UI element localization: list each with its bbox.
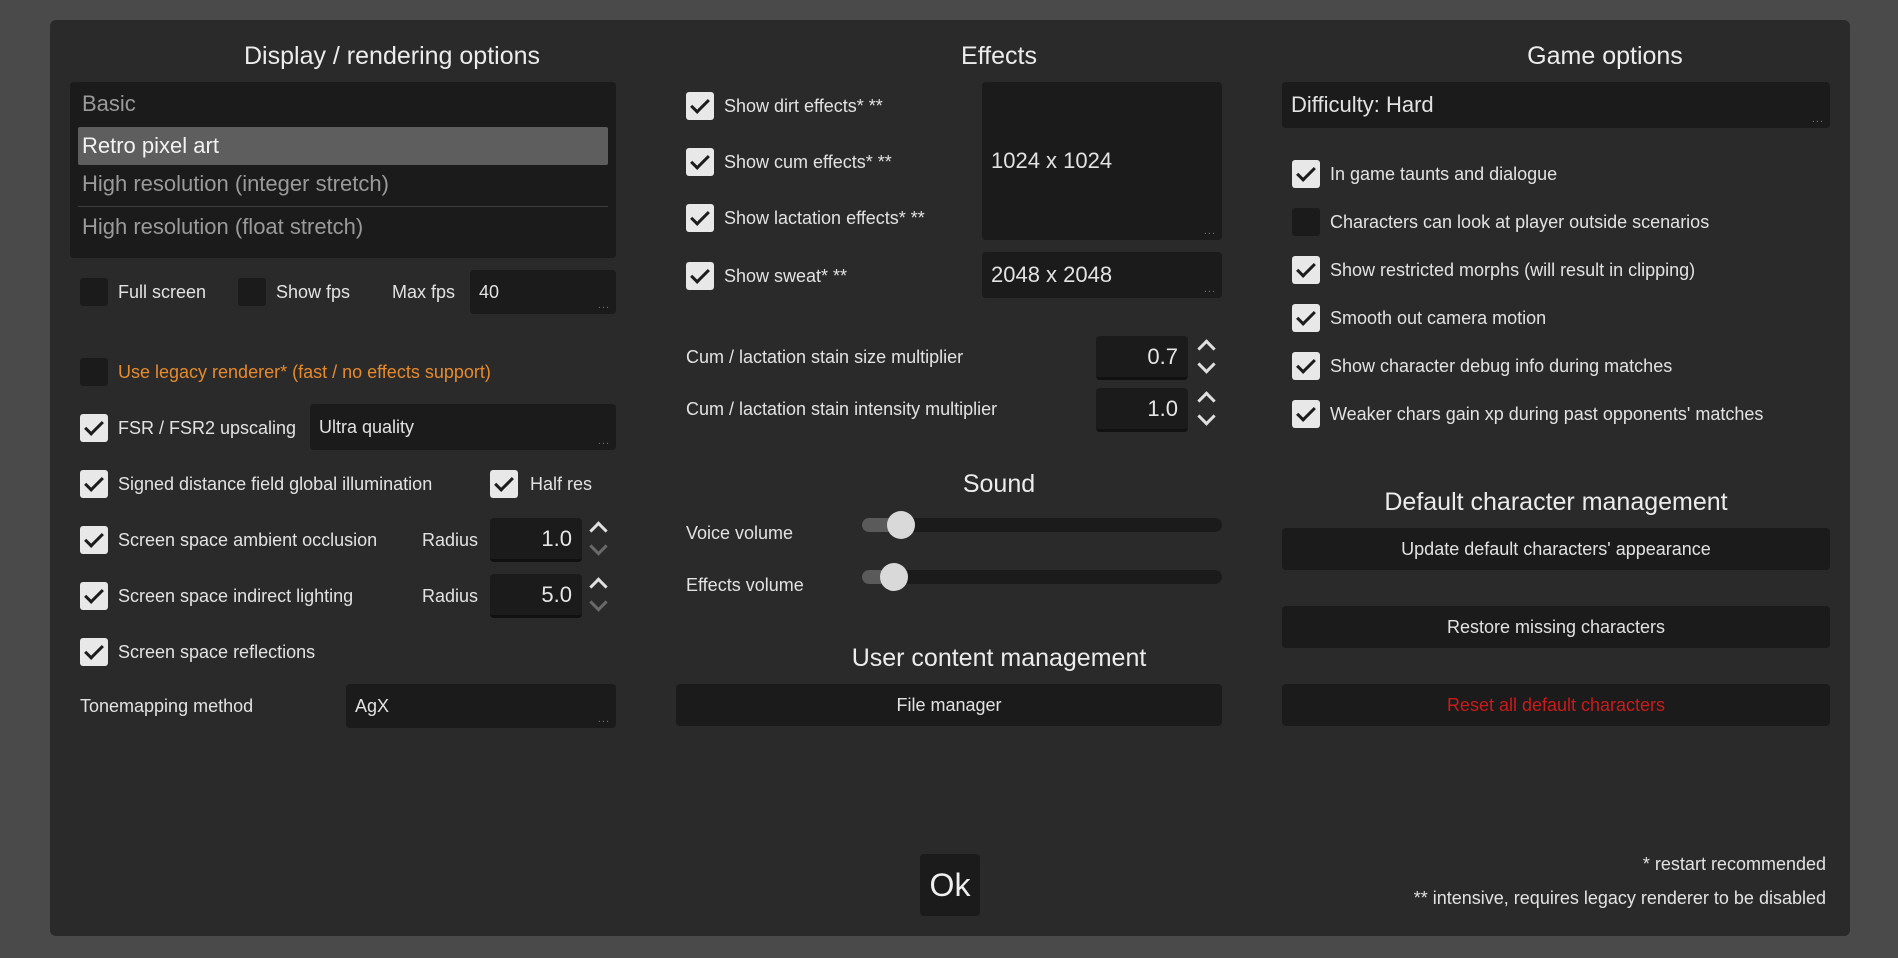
chevron-down-icon[interactable]: [1197, 355, 1216, 374]
file-manager-button[interactable]: File manager: [676, 684, 1222, 726]
legacy-renderer-label: Use legacy renderer* (fast / no effects …: [118, 362, 491, 382]
tonemapping-label: Tonemapping method: [80, 696, 254, 716]
weaker-xp-checkbox[interactable]: [1292, 400, 1320, 428]
stain-intensity-label: Cum / lactation stain intensity multipli…: [686, 399, 998, 419]
lactation-effects-label: Show lactation effects* **: [724, 208, 925, 228]
sweat-checkbox[interactable]: [686, 262, 714, 290]
chevron-down-icon[interactable]: [589, 593, 608, 612]
show-fps-checkbox[interactable]: [238, 278, 266, 306]
ssil-radius-label: Radius: [422, 586, 479, 606]
ssil-radius-stepper[interactable]: [588, 574, 608, 618]
fsr-quality-select[interactable]: Ultra quality: [310, 404, 616, 450]
restricted-morphs-label: Show restricted morphs (will result in c…: [1330, 260, 1696, 280]
stain-size-label: Cum / lactation stain size multiplier: [686, 347, 964, 367]
taunts-label: In game taunts and dialogue: [1330, 164, 1558, 184]
ssao-radius-label: Radius: [422, 530, 479, 550]
ssr-checkbox[interactable]: [80, 638, 108, 666]
ssil-radius-input[interactable]: 5.0: [490, 574, 582, 618]
intensive-note: ** intensive, requires legacy renderer t…: [1413, 888, 1826, 908]
dirt-effects-label: Show dirt effects* **: [724, 96, 883, 116]
stain-size-stepper[interactable]: [1196, 336, 1216, 380]
effects-volume-label: Effects volume: [686, 575, 804, 595]
ssil-label: Screen space indirect lighting: [118, 586, 354, 606]
voice-volume-label: Voice volume: [686, 523, 794, 543]
ssil-checkbox[interactable]: [80, 582, 108, 610]
ssr-label: Screen space reflections: [118, 642, 316, 662]
half-res-label: Half res: [530, 474, 593, 494]
effects-volume-thumb[interactable]: [880, 563, 908, 591]
render-mode-basic[interactable]: Basic: [70, 85, 616, 123]
max-fps-input[interactable]: 40: [470, 270, 616, 314]
look-at-player-checkbox[interactable]: [1292, 208, 1320, 236]
sound-heading: Sound: [962, 470, 1036, 498]
voice-volume-thumb[interactable]: [887, 511, 916, 539]
tonemapping-select[interactable]: AgX: [346, 684, 616, 728]
look-at-player-label: Characters can look at player outside sc…: [1330, 212, 1710, 232]
render-mode-high-res-float[interactable]: High resolution (float stretch): [70, 208, 616, 246]
options-panel: Display / rendering options Basic Retro …: [50, 20, 1850, 936]
fsr-checkbox[interactable]: [80, 414, 108, 442]
effects-volume-slider[interactable]: [862, 570, 1222, 584]
taunts-checkbox[interactable]: [1292, 160, 1320, 188]
debug-info-label: Show character debug info during matches: [1330, 356, 1673, 376]
restore-missing-chars-button[interactable]: Restore missing characters: [1282, 606, 1830, 648]
list-separator: [78, 206, 608, 207]
reset-default-chars-button[interactable]: Reset all default characters: [1282, 684, 1830, 726]
restricted-morphs-checkbox[interactable]: [1292, 256, 1320, 284]
render-mode-high-res-integer[interactable]: High resolution (integer stretch): [70, 165, 616, 203]
update-default-chars-button[interactable]: Update default characters' appearance: [1282, 528, 1830, 570]
lactation-effects-checkbox[interactable]: [686, 204, 714, 232]
ssao-radius-stepper[interactable]: [588, 518, 608, 562]
stain-intensity-input[interactable]: 1.0: [1096, 388, 1188, 432]
render-mode-list[interactable]: Basic Retro pixel art High resolution (i…: [70, 82, 616, 258]
half-res-checkbox[interactable]: [490, 470, 518, 498]
stain-size-input[interactable]: 0.7: [1096, 336, 1188, 380]
game-options-heading: Game options: [1527, 42, 1683, 70]
voice-volume-slider[interactable]: [862, 518, 1222, 532]
render-mode-retro-pixel-art[interactable]: Retro pixel art: [78, 127, 608, 165]
texture-size-select-1[interactable]: 1024 x 1024: [982, 82, 1222, 240]
stain-intensity-stepper[interactable]: [1196, 388, 1216, 432]
difficulty-select[interactable]: Difficulty: Hard: [1282, 82, 1830, 128]
show-fps-label: Show fps: [276, 282, 351, 302]
sdfgi-label: Signed distance field global illuminatio…: [118, 474, 433, 494]
chevron-down-icon[interactable]: [589, 537, 608, 556]
sweat-label: Show sweat* **: [724, 266, 848, 286]
smooth-camera-label: Smooth out camera motion: [1330, 308, 1547, 328]
effects-heading: Effects: [961, 42, 1037, 70]
debug-info-checkbox[interactable]: [1292, 352, 1320, 380]
full-screen-label: Full screen: [118, 282, 207, 302]
sdfgi-checkbox[interactable]: [80, 470, 108, 498]
legacy-renderer-checkbox[interactable]: [80, 358, 108, 386]
default-chars-heading: Default character management: [1384, 488, 1728, 516]
texture-size-select-2[interactable]: 2048 x 2048: [982, 252, 1222, 298]
chevron-down-icon[interactable]: [1197, 407, 1216, 426]
user-content-heading: User content management: [851, 644, 1147, 672]
fsr-label: FSR / FSR2 upscaling: [118, 418, 297, 438]
ssao-label: Screen space ambient occlusion: [118, 530, 378, 550]
display-heading: Display / rendering options: [244, 42, 540, 70]
ok-button[interactable]: Ok: [920, 854, 980, 916]
cum-effects-checkbox[interactable]: [686, 148, 714, 176]
ssao-checkbox[interactable]: [80, 526, 108, 554]
full-screen-checkbox[interactable]: [80, 278, 108, 306]
smooth-camera-checkbox[interactable]: [1292, 304, 1320, 332]
ssao-radius-input[interactable]: 1.0: [490, 518, 582, 562]
restart-note: * restart recommended: [1642, 854, 1826, 874]
weaker-xp-label: Weaker chars gain xp during past opponen…: [1330, 404, 1764, 424]
cum-effects-label: Show cum effects* **: [724, 152, 892, 172]
max-fps-label: Max fps: [392, 282, 456, 302]
dirt-effects-checkbox[interactable]: [686, 92, 714, 120]
